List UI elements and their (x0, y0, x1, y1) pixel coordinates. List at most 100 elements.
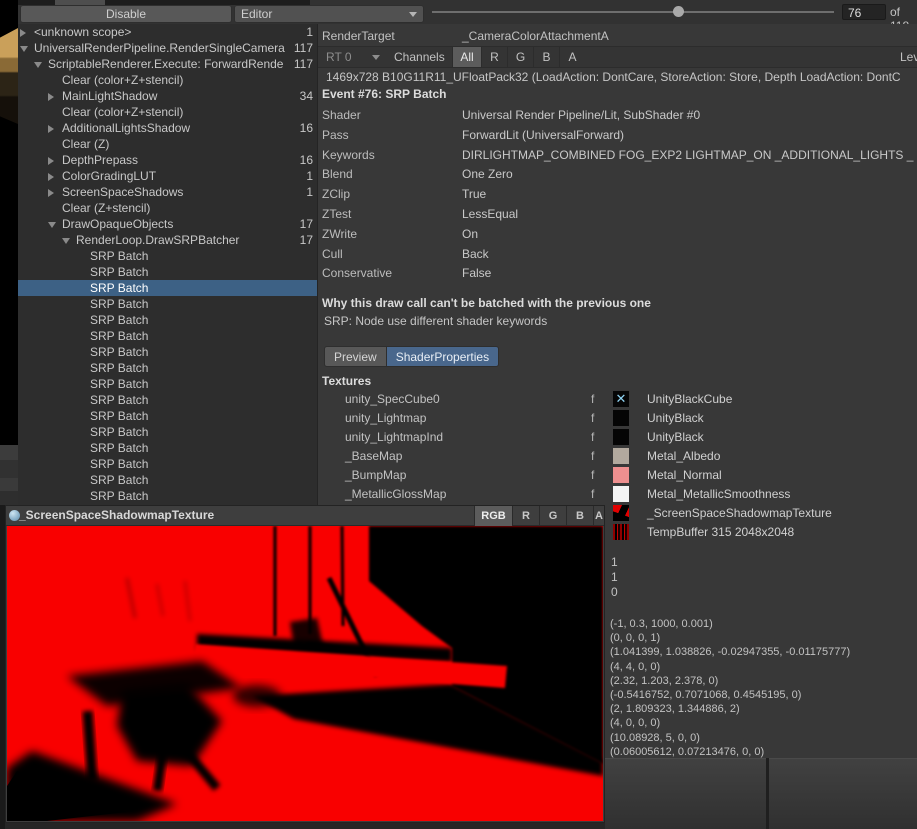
shader-state-value: True (462, 185, 486, 205)
debug-target-dropdown[interactable]: Editor (234, 5, 424, 23)
texture-row: unity_LightmapfUnityBlack (318, 409, 917, 428)
tree-row[interactable]: UniversalRenderPipeline.RenderSingleCame… (18, 40, 317, 56)
tree-row[interactable]: DepthPrepass16 (18, 152, 317, 168)
tree-row[interactable]: SRP Batch (18, 296, 317, 312)
float-value: 0 (611, 585, 618, 600)
foldout-right-icon[interactable] (48, 125, 54, 133)
foldout-right-icon[interactable] (48, 157, 54, 165)
tree-row[interactable]: SRP Batch (18, 312, 317, 328)
tree-item-label: Clear (color+Z+stencil) (62, 72, 183, 88)
texture-thumbnail-shadowmap[interactable] (613, 505, 629, 521)
shader-state-value: ForwardLit (UniversalForward) (462, 126, 624, 146)
tree-row[interactable]: AdditionalLightsShadow16 (18, 120, 317, 136)
event-slider-track[interactable] (432, 11, 834, 13)
texture-name: _ScreenSpaceShadowmapTexture (647, 504, 832, 523)
disable-button[interactable]: Disable (20, 5, 232, 23)
channel-button-b[interactable]: B (533, 47, 559, 67)
shader-state-label: Blend (322, 167, 353, 181)
tree-row[interactable]: SRP Batch (18, 360, 317, 376)
tree-row[interactable]: ColorGradingLUT1 (18, 168, 317, 184)
texture-thumbnail-black[interactable] (613, 429, 629, 445)
background-window-row (0, 491, 18, 505)
preview-title-bar[interactable]: _ScreenSpaceShadowmapTexture RGBRGBA (6, 506, 604, 526)
preview-channel-b[interactable]: B (566, 506, 593, 526)
vector-value: (4, 4, 0, 0) (610, 660, 850, 674)
texture-thumbnail-normal[interactable] (613, 467, 629, 483)
tree-row[interactable]: DrawOpaqueObjects17 (18, 216, 317, 232)
tree-row[interactable]: SRP Batch (18, 440, 317, 456)
foldout-down-icon[interactable] (62, 238, 70, 244)
shader-state-value: Universal Render Pipeline/Lit, SubShader… (462, 106, 700, 126)
texture-thumbnail-blackcube[interactable]: ✕ (613, 391, 629, 407)
texture-row: _MetallicGlossMapfMetal_MetallicSmoothne… (318, 485, 917, 504)
tree-row[interactable]: SRP Batch (18, 392, 317, 408)
preview-channel-r[interactable]: R (512, 506, 539, 526)
tree-row[interactable]: SRP Batch (18, 488, 317, 504)
chevron-down-icon (409, 12, 417, 17)
foldout-down-icon[interactable] (48, 222, 56, 228)
channel-button-all[interactable]: All (452, 47, 481, 67)
rt-index-dropdown[interactable]: RT 0 (322, 49, 384, 65)
tree-row[interactable]: SRP Batch (18, 248, 317, 264)
foldout-right-icon[interactable] (48, 173, 54, 181)
tree-item-label: SRP Batch (90, 328, 148, 344)
debug-target-value: Editor (241, 7, 272, 21)
tree-row[interactable]: SRP Batch (18, 280, 317, 296)
tree-row[interactable]: ScreenSpaceShadows1 (18, 184, 317, 200)
foldout-right-icon[interactable] (48, 93, 54, 101)
texture-flag: f (591, 447, 594, 466)
shader-state-label: Keywords (322, 148, 375, 162)
preview-channel-a[interactable]: A (593, 506, 604, 526)
channel-button-r[interactable]: R (481, 47, 507, 67)
texture-name: TempBuffer 315 2048x2048 (647, 523, 794, 542)
texture-name: UnityBlack (647, 409, 704, 428)
foldout-right-icon[interactable] (48, 189, 54, 197)
tree-row[interactable]: <unknown scope>1 (18, 24, 317, 40)
tree-row[interactable]: SRP Batch (18, 376, 317, 392)
batch-break-title: Why this draw call can't be batched with… (322, 296, 651, 310)
tree-row[interactable]: Clear (Z+stencil) (18, 200, 317, 216)
channel-button-a[interactable]: A (559, 47, 585, 67)
tree-row[interactable]: MainLightShadow34 (18, 88, 317, 104)
tree-item-count: 1 (306, 184, 313, 200)
shader-state-row: BlendOne Zero (322, 165, 914, 185)
tree-row[interactable]: SRP Batch (18, 472, 317, 488)
texture-thumbnail-tempbuffer[interactable] (613, 524, 629, 540)
tree-row[interactable]: Clear (color+Z+stencil) (18, 104, 317, 120)
tree-row[interactable]: SRP Batch (18, 344, 317, 360)
background-window-row (0, 445, 18, 460)
foldout-right-icon[interactable] (20, 29, 26, 37)
shader-state-label: ZClip (322, 187, 350, 201)
tree-row[interactable]: Clear (color+Z+stencil) (18, 72, 317, 88)
tab-shaderproperties[interactable]: ShaderProperties (387, 346, 499, 367)
event-slider-thumb[interactable] (673, 6, 684, 17)
event-slider[interactable] (432, 0, 834, 24)
tree-row[interactable]: RenderLoop.DrawSRPBatcher17 (18, 232, 317, 248)
tree-row[interactable]: Clear (Z) (18, 136, 317, 152)
tree-row[interactable]: SRP Batch (18, 328, 317, 344)
background-strip (0, 823, 605, 829)
channel-button-g[interactable]: G (507, 47, 533, 67)
vector-value: (-0.5416752, 0.7071068, 0.4545195, 0) (610, 688, 850, 702)
preview-channel-rgb[interactable]: RGB (474, 506, 512, 526)
preview-texture-name: _ScreenSpaceShadowmapTexture (19, 508, 214, 522)
tree-row[interactable]: SRP Batch (18, 456, 317, 472)
foldout-down-icon[interactable] (20, 46, 28, 52)
tab-preview[interactable]: Preview (324, 346, 387, 367)
tree-row[interactable]: ScriptableRenderer.Execute: ForwardRende… (18, 56, 317, 72)
tree-row[interactable]: SRP Batch (18, 408, 317, 424)
event-number-field[interactable]: 76 (842, 4, 886, 20)
tree-row[interactable]: SRP Batch (18, 424, 317, 440)
texture-thumbnail-black[interactable] (613, 410, 629, 426)
preview-channel-g[interactable]: G (539, 506, 566, 526)
texture-thumbnail-albedo[interactable] (613, 448, 629, 464)
texture-property-name: _MetallicGlossMap (345, 485, 446, 504)
texture-flag: f (591, 466, 594, 485)
foldout-down-icon[interactable] (34, 62, 42, 68)
tree-row[interactable]: SRP Batch (18, 264, 317, 280)
tree-item-label: SRP Batch (90, 440, 148, 456)
shader-state-value: Back (462, 245, 489, 265)
texture-thumbnail-metallic[interactable] (613, 486, 629, 502)
float-value: 1 (611, 570, 618, 585)
shader-state-value: LessEqual (462, 205, 518, 225)
